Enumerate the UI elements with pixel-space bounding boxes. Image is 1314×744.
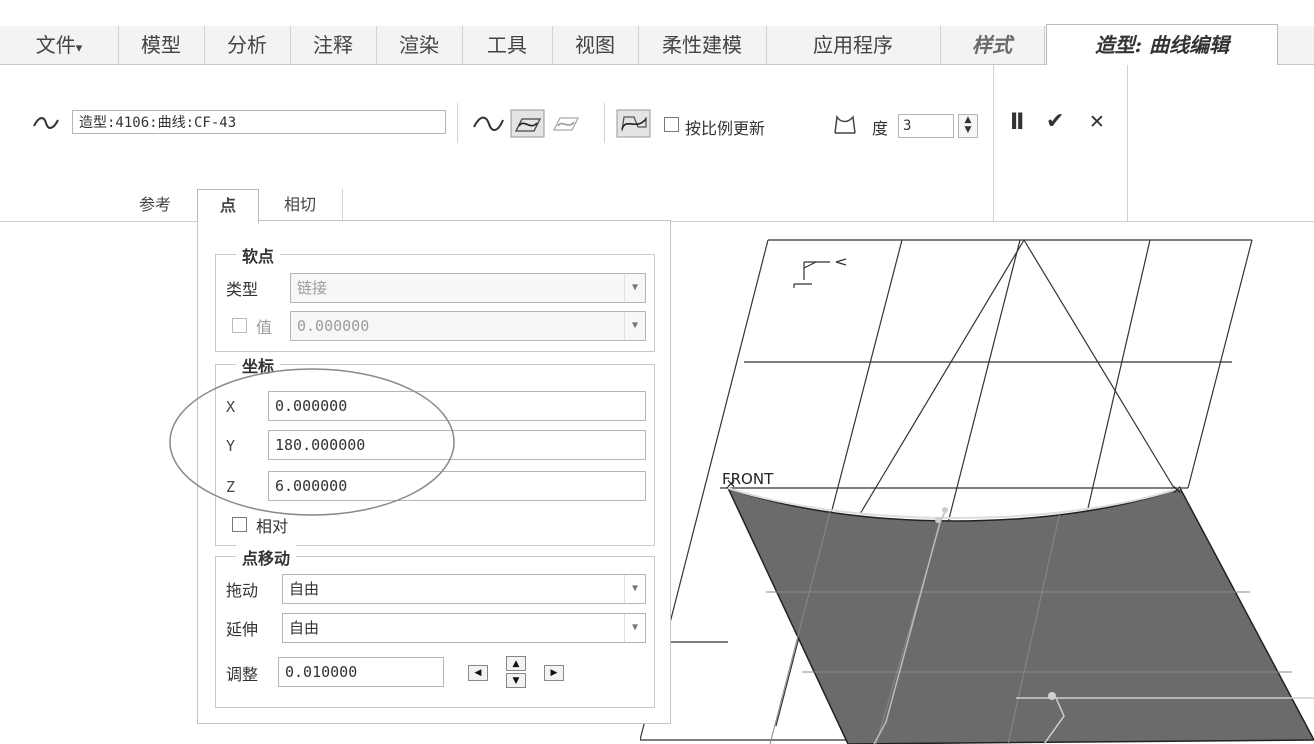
soft-point-title: 软点	[236, 243, 281, 267]
soft-point-group: 软点 类型 链接 ▼ 值 0.000000 ▼	[215, 243, 655, 352]
degree-label: 度	[872, 119, 889, 138]
drag-dropdown[interactable]: 自由 ▼	[282, 574, 646, 604]
type-label: 类型	[226, 280, 259, 299]
curve-point[interactable]	[942, 507, 948, 513]
divider	[457, 103, 458, 143]
type-value: 链接	[297, 279, 328, 297]
ok-button[interactable]: ✔	[1046, 109, 1064, 134]
nudge-left-button[interactable]: ◀	[468, 665, 488, 681]
subtab-tangency[interactable]: 相切	[258, 189, 343, 221]
menu-tab-analysis[interactable]: 分析	[204, 26, 291, 64]
control-polygon-icon[interactable]	[616, 109, 652, 139]
extend-dropdown[interactable]: 自由 ▼	[282, 613, 646, 643]
chevron-down-icon: ▼	[624, 575, 645, 603]
ribbon: 造型:4106:曲线:CF-43 按比例更新 度 3 ▲ ▼ II ✔ ✕ 参考 …	[0, 65, 1314, 224]
value-checkbox[interactable]	[232, 318, 247, 333]
menu-tab-render[interactable]: 渲染	[376, 26, 463, 64]
cancel-button[interactable]: ✕	[1089, 111, 1105, 133]
chevron-down-icon: ▼	[624, 614, 645, 642]
free-curve-icon[interactable]	[470, 113, 506, 135]
nudge-up-button[interactable]: ▲	[506, 656, 526, 671]
graphics-viewport[interactable]: ✕ ✕ FRONT	[640, 222, 1314, 744]
menu-tab-tools[interactable]: 工具	[462, 26, 553, 64]
menu-tab-view[interactable]: 视图	[552, 26, 639, 64]
drag-label: 拖动	[226, 581, 259, 600]
value-value: 0.000000	[297, 317, 370, 335]
menu-tab-annotate[interactable]: 注释	[290, 26, 377, 64]
menu-tab-curve-edit[interactable]: 造型: 曲线编辑	[1046, 24, 1278, 66]
coordinate-triad-icon	[793, 258, 847, 288]
menu-bar: 文件▾ 模型 分析 注释 渲染 工具 视图 柔性建模 应用程序 样式 造型: 曲…	[0, 24, 1314, 66]
proportional-update-checkbox[interactable]	[664, 117, 679, 132]
curve-point[interactable]	[935, 517, 941, 523]
proportional-update-label: 按比例更新	[685, 119, 766, 138]
chevron-down-icon: ▼	[624, 312, 645, 340]
extend-value: 自由	[289, 619, 320, 637]
curve-icon	[33, 117, 59, 129]
nudge-right-button[interactable]: ▶	[544, 665, 564, 681]
point-move-group: 点移动 拖动 自由 ▼ 延伸 自由 ▼ 调整 0.010000 ◀ ▲ ▼ ▶	[215, 545, 655, 708]
value-label: 值	[256, 318, 273, 337]
curve-point[interactable]	[1048, 692, 1056, 700]
extend-label: 延伸	[226, 620, 259, 639]
divider	[604, 103, 605, 143]
divider	[1127, 65, 1128, 221]
menu-tab-file[interactable]: 文件▾	[0, 26, 119, 64]
drag-value: 自由	[289, 580, 320, 598]
divider	[993, 65, 994, 221]
nudge-down-button[interactable]: ▼	[506, 673, 526, 688]
menu-tab-style[interactable]: 样式	[940, 26, 1045, 64]
menu-tab-applications[interactable]: 应用程序	[766, 26, 941, 64]
surface-patch[interactable]	[726, 486, 1314, 744]
highlight-ellipse	[169, 368, 455, 516]
chevron-down-icon: ▾	[75, 41, 83, 56]
pause-button[interactable]: II	[1010, 110, 1024, 135]
planar-curve-icon[interactable]	[510, 109, 546, 139]
datum-plane-label: FRONT	[722, 470, 774, 488]
curve-name-field[interactable]: 造型:4106:曲线:CF-43	[72, 110, 446, 134]
point-move-title: 点移动	[236, 545, 297, 569]
subtab-references[interactable]: 参考	[112, 189, 199, 221]
type-dropdown[interactable]: 链接 ▼	[290, 273, 646, 303]
endpoint-x-marker: ✕	[1172, 483, 1182, 497]
menu-tab-flexible-modeling[interactable]: 柔性建模	[638, 26, 767, 64]
cos-curve-icon[interactable]	[550, 112, 582, 136]
adjust-label: 调整	[226, 665, 259, 684]
subtab-points[interactable]: 点	[197, 189, 259, 224]
value-dropdown[interactable]: 0.000000 ▼	[290, 311, 646, 341]
adjust-input[interactable]: 0.010000	[278, 657, 444, 687]
menu-tab-label: 文件	[35, 33, 76, 57]
degree-input[interactable]: 3	[898, 114, 954, 138]
curvature-comb-icon[interactable]	[832, 113, 858, 137]
menu-tab-model[interactable]: 模型	[118, 26, 205, 64]
chevron-down-icon: ▼	[624, 274, 645, 302]
degree-spinner[interactable]: ▲ ▼	[958, 114, 978, 138]
